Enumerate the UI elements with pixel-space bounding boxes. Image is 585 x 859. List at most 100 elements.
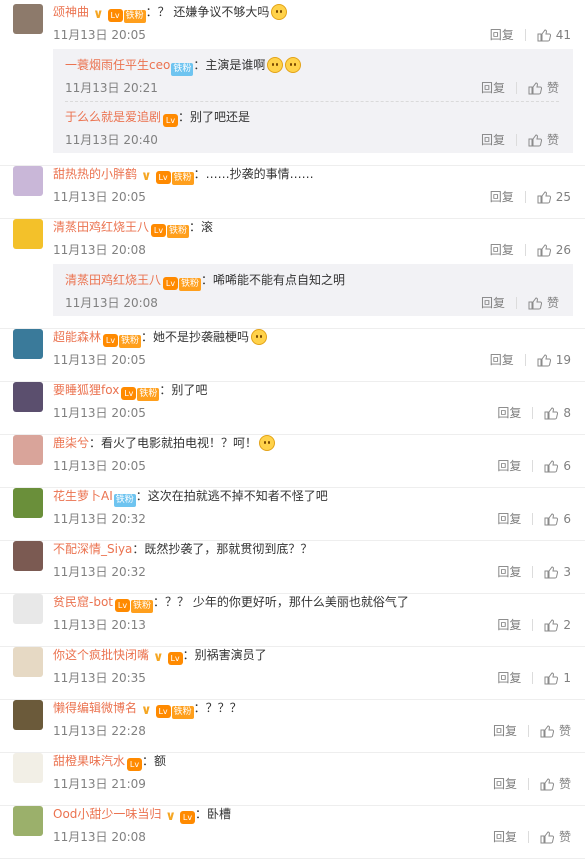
- username-link[interactable]: 颂神曲: [53, 5, 89, 19]
- like-button[interactable]: 6: [544, 457, 571, 475]
- username-link[interactable]: 不配深情_Siya: [53, 542, 132, 556]
- level-badge-icon: Lv: [115, 599, 130, 612]
- comment-item: 甜热热的小胖鹤 ∨ Lv 铁粉 ：……抄袭的事情…… 11月13日 20:05 回复 25: [0, 165, 585, 219]
- doge-face-icon: [259, 435, 276, 451]
- reply-button[interactable]: 回复: [490, 26, 514, 44]
- user-badges: 铁粉: [170, 58, 194, 76]
- avatar[interactable]: [13, 329, 43, 359]
- like-button[interactable]: 19: [537, 351, 571, 369]
- like-button[interactable]: 赞: [540, 722, 571, 740]
- comment-text: ：？ 还嫌争议不够大吗: [145, 5, 270, 19]
- username-link[interactable]: 鹿柒兮: [53, 436, 89, 450]
- avatar[interactable]: [13, 806, 43, 836]
- username-link[interactable]: 甜热热的小胖鹤: [53, 167, 137, 181]
- comment-meta: 11月13日 20:05 回复 19: [53, 351, 571, 369]
- username-link[interactable]: 清蒸田鸡红烧王八: [53, 220, 149, 234]
- reply-button[interactable]: 回复: [497, 404, 521, 422]
- username-link[interactable]: Ood小甜少一味当归: [53, 807, 161, 821]
- like-count: 25: [555, 190, 571, 204]
- like-count: 1: [563, 671, 571, 685]
- comment-time: 11月13日 20:40: [65, 133, 158, 147]
- like-button[interactable]: 赞: [540, 775, 571, 793]
- like-button[interactable]: 25: [537, 188, 571, 206]
- reply-button[interactable]: 回复: [493, 775, 517, 793]
- avatar[interactable]: [13, 166, 43, 196]
- level-badge-icon: Lv: [127, 758, 143, 771]
- reply-button[interactable]: 回复: [481, 131, 505, 149]
- thumbs-up-icon: [544, 565, 563, 579]
- like-button[interactable]: 赞: [528, 79, 559, 97]
- like-button[interactable]: 1: [544, 669, 571, 687]
- like-button[interactable]: 26: [537, 241, 571, 259]
- comment-text: ：？？ 少年的你更好听，那什么美丽也就俗气了: [153, 595, 409, 609]
- username-link[interactable]: 贫民窟-bot: [53, 595, 113, 609]
- reply-button[interactable]: 回复: [497, 510, 521, 528]
- action-divider: [515, 82, 517, 94]
- avatar[interactable]: [13, 488, 43, 518]
- avatar[interactable]: [13, 382, 43, 412]
- like-button[interactable]: 6: [544, 510, 571, 528]
- avatar[interactable]: [13, 435, 43, 465]
- like-button[interactable]: 8: [544, 404, 571, 422]
- thumbs-up-icon: [540, 830, 559, 844]
- reply-button[interactable]: 回复: [481, 79, 505, 97]
- level-badge-icon: Lv: [167, 652, 183, 665]
- avatar[interactable]: [13, 647, 43, 677]
- action-divider: [524, 191, 526, 203]
- comment-text-line: 甜热热的小胖鹤 ∨ Lv 铁粉 ：……抄袭的事情……: [53, 165, 571, 185]
- like-button[interactable]: 2: [544, 616, 571, 634]
- action-divider: [524, 29, 526, 41]
- username-link[interactable]: 于么么就是爱追剧: [65, 110, 161, 124]
- thumbs-up-icon: [544, 671, 563, 685]
- fan-badge: 铁粉: [113, 494, 136, 507]
- reply-button[interactable]: 回复: [490, 188, 514, 206]
- reply-button[interactable]: 回复: [493, 828, 517, 846]
- reply-button[interactable]: 回复: [490, 351, 514, 369]
- thumbs-up-icon: [528, 133, 547, 147]
- smirk-face-icon: [251, 329, 268, 345]
- comment-actions: 回复 41: [490, 26, 571, 44]
- like-button[interactable]: 41: [537, 26, 571, 44]
- comment-meta: 11月13日 20:32 回复 6: [53, 510, 571, 528]
- username-link[interactable]: 一蓑烟雨任平生ceo: [65, 58, 170, 72]
- username-link[interactable]: 你这个疯批快闭嘴: [53, 648, 149, 662]
- like-button[interactable]: 赞: [528, 131, 559, 149]
- like-button[interactable]: 3: [544, 563, 571, 581]
- username-link[interactable]: 懒得编辑微博名: [53, 701, 137, 715]
- reply-button[interactable]: 回复: [493, 722, 517, 740]
- fan-badge: 铁粉: [119, 335, 142, 348]
- username-link[interactable]: 甜橙果味汽水: [53, 754, 125, 768]
- avatar[interactable]: [13, 4, 43, 34]
- reply-button[interactable]: 回复: [497, 669, 521, 687]
- like-button[interactable]: 赞: [528, 294, 559, 312]
- level-badge-icon: Lv: [163, 277, 179, 290]
- username-link[interactable]: 要睡狐狸fox: [53, 383, 119, 397]
- action-divider: [527, 831, 529, 843]
- like-count: 8: [563, 406, 571, 420]
- avatar[interactable]: [13, 753, 43, 783]
- level-badge-icon: Lv: [163, 114, 179, 127]
- like-button[interactable]: 赞: [540, 828, 571, 846]
- avatar[interactable]: [13, 594, 43, 624]
- username-link[interactable]: 花生萝卜AI: [53, 489, 113, 503]
- comment-meta: 11月13日 20:32 回复 3: [53, 563, 571, 581]
- comment-actions: 回复 赞: [481, 79, 559, 97]
- reply-button[interactable]: 回复: [497, 616, 521, 634]
- username-link[interactable]: 清蒸田鸡红烧王八: [65, 273, 161, 287]
- comment-actions: 回复 25: [490, 188, 571, 206]
- reply-button[interactable]: 回复: [497, 563, 521, 581]
- avatar[interactable]: [13, 219, 43, 249]
- comment-actions: 回复 赞: [493, 775, 571, 793]
- like-count: 赞: [546, 81, 559, 95]
- username-link[interactable]: 超能森林: [53, 330, 101, 344]
- avatar[interactable]: [13, 700, 43, 730]
- avatar[interactable]: [13, 541, 43, 571]
- like-count: 2: [563, 618, 571, 632]
- reply-button[interactable]: 回复: [497, 457, 521, 475]
- user-badges: Lv 铁粉: [101, 330, 142, 348]
- comment-item: 清蒸田鸡红烧王八 Lv 铁粉 ：滚 11月13日 20:08 回复 26 清蒸田鸡红烧王八 Lv…: [0, 218, 585, 329]
- thumbs-up-icon: [537, 243, 556, 257]
- reply-button[interactable]: 回复: [481, 294, 505, 312]
- reply-button[interactable]: 回复: [490, 241, 514, 259]
- verified-v-icon: ∨: [153, 650, 164, 665]
